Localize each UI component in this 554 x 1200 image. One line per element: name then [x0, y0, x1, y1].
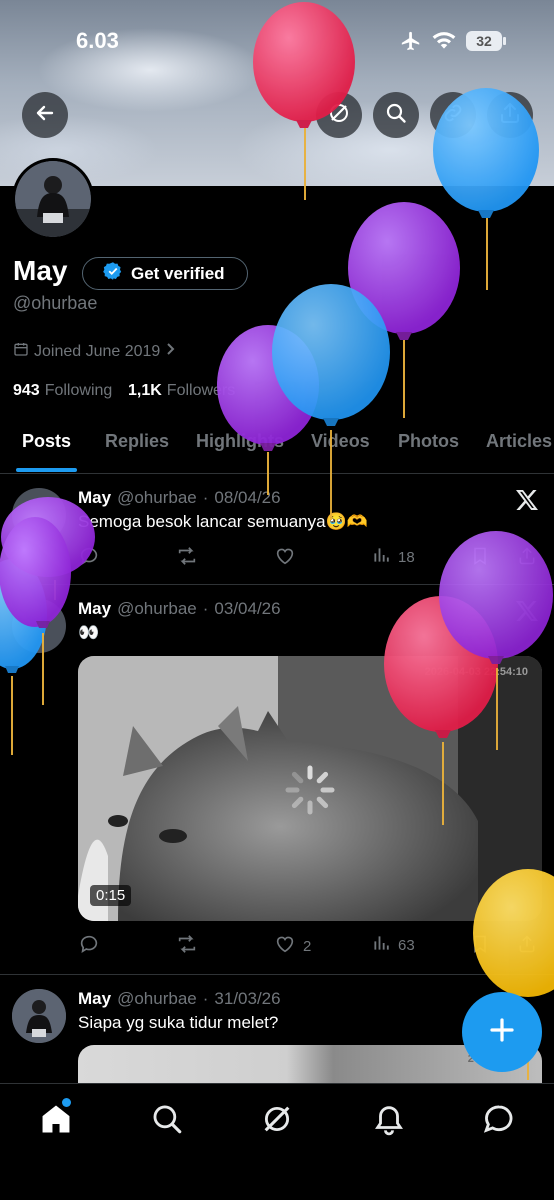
nav-home[interactable] [39, 1098, 73, 1141]
compose-button[interactable] [462, 992, 542, 1072]
nav-messages[interactable] [482, 1102, 516, 1141]
balloon-purple-left-low [0, 517, 71, 706]
bottom-navigation [0, 1083, 554, 1200]
search-icon [150, 1105, 184, 1140]
nav-notifications[interactable] [372, 1102, 406, 1141]
home-icon [39, 1105, 73, 1140]
balloon-pink-top [253, 2, 355, 200]
messages-icon [482, 1105, 516, 1140]
notifications-icon [372, 1106, 406, 1140]
home-notification-dot [62, 1098, 71, 1107]
plus-icon [487, 1015, 517, 1050]
nav-grok[interactable] [260, 1102, 294, 1141]
grok-icon [260, 1106, 294, 1140]
nav-search[interactable] [150, 1102, 184, 1141]
